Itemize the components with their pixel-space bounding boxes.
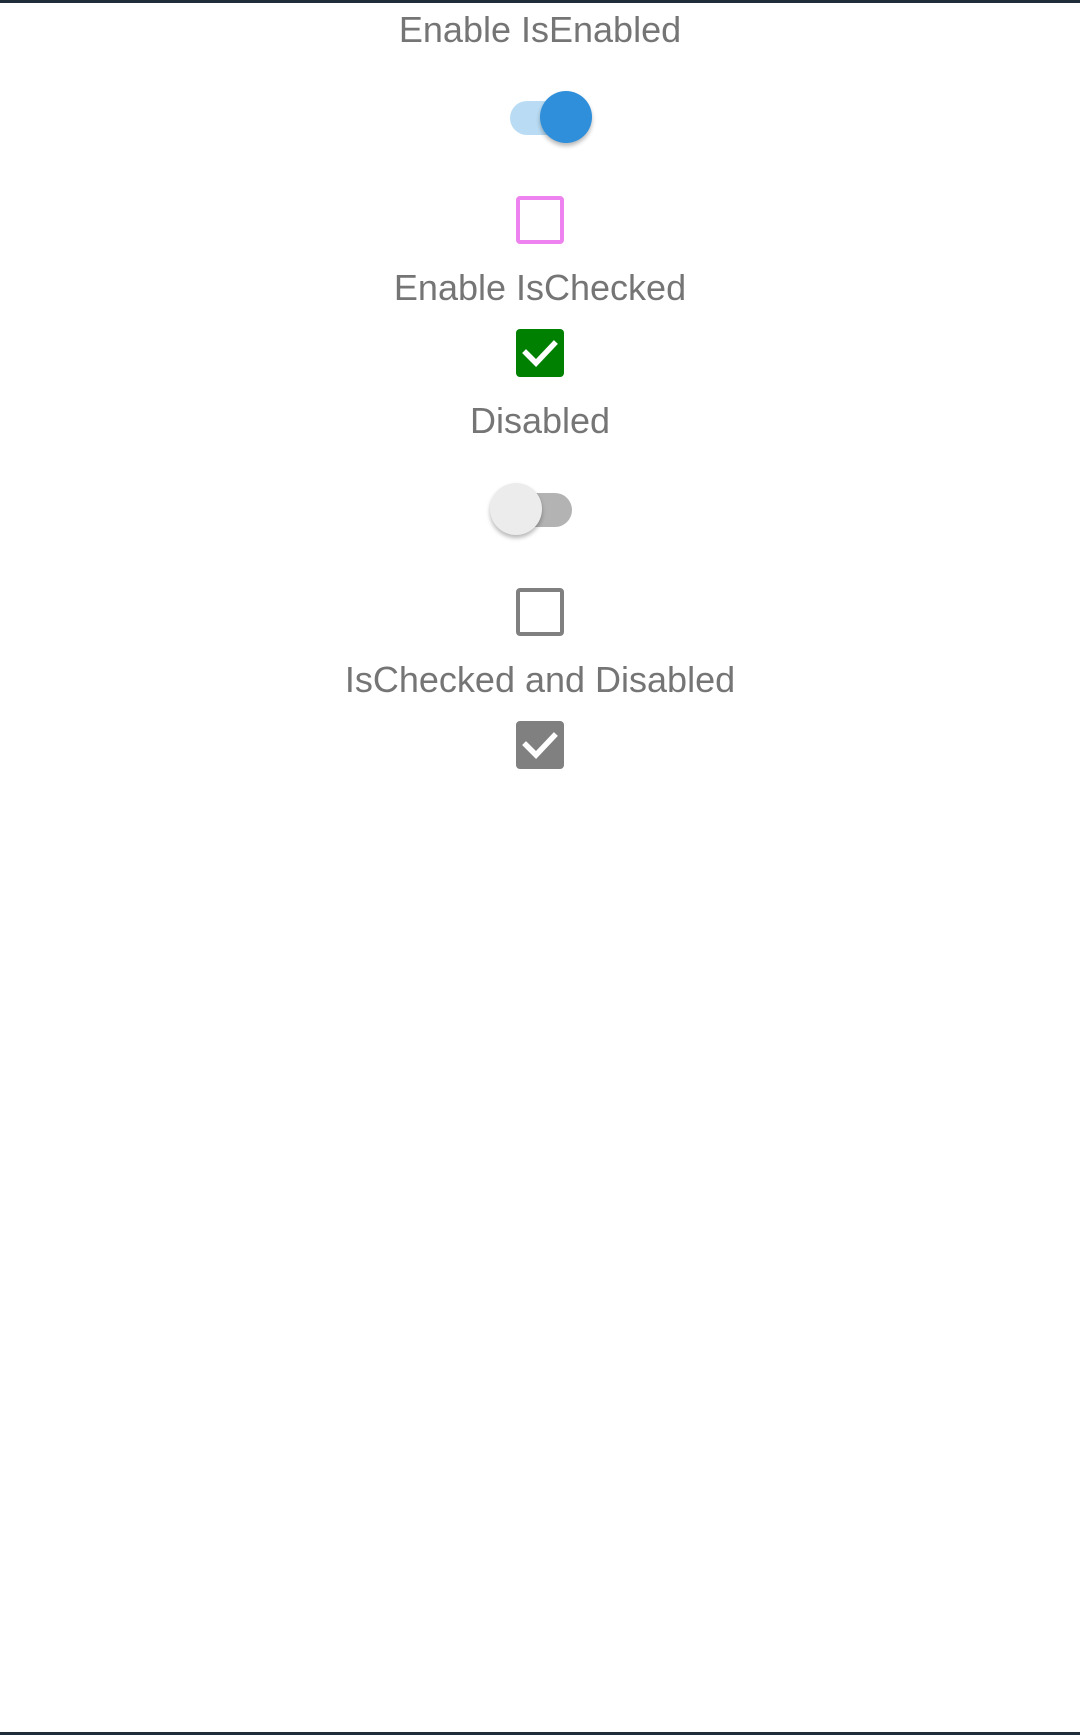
window-top-border [0,0,1080,3]
checkmark-icon [522,340,558,367]
green-checkbox[interactable] [516,329,564,377]
label-ischecked-and-disabled: IsChecked and Disabled [344,659,736,700]
isenabled-switch[interactable] [500,85,600,145]
switch-thumb[interactable] [540,91,592,143]
checked-disabled-checkbox[interactable] [516,721,564,769]
checkmark-icon [522,732,558,759]
label-enable-isenabled: Enable IsEnabled [398,9,682,50]
label-disabled: Disabled [469,400,611,441]
disabled-switch[interactable] [490,477,590,537]
pink-checkbox[interactable] [516,196,564,244]
label-enable-ischecked: Enable IsChecked [393,267,687,308]
disabled-checkbox[interactable] [516,588,564,636]
switch-thumb[interactable] [490,483,542,535]
